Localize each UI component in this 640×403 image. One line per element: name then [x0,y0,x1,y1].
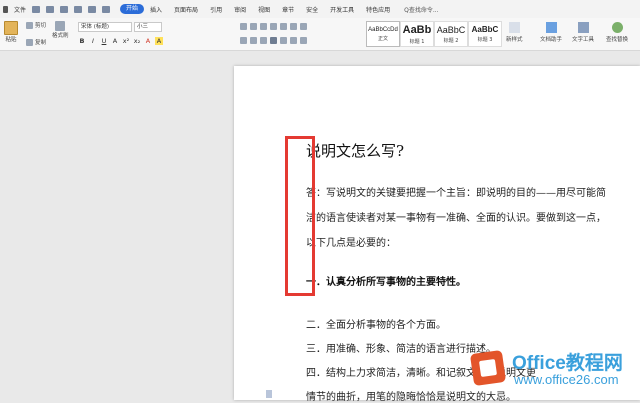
paragraph-line-2: 洁的语言使读者对某一事物有一准确、全面的认识。要做到这一点， [306,213,606,224]
new-style-button[interactable]: 新样式 [506,22,523,43]
text-tools-button[interactable]: 文字工具 [572,22,594,43]
list-item-2: 二．全面分析事物的各个方面。 [306,320,446,331]
redo-icon[interactable] [102,5,111,13]
command-search[interactable]: Q查找命令... [404,5,438,14]
assistant-icon [545,22,557,33]
tab-features[interactable]: 特色应用 [360,5,396,14]
menu-bar: 文件 开始 插入 页面布局 引用 审阅 视图 章节 安全 开发工具 特色应用 Q… [0,0,640,18]
new-style-icon [508,22,520,33]
cut-button[interactable]: 剪切 [26,21,46,29]
paste-icon [4,21,18,35]
office-logo-icon [469,349,507,387]
new-style-label: 新样式 [506,37,523,43]
paragraph-marker-icon [266,390,272,398]
numbering-icon[interactable] [250,23,257,30]
tab-developer[interactable]: 开发工具 [324,5,360,14]
watermark-brand: Office教程网 [512,353,623,374]
underline-button[interactable]: U [100,37,108,45]
cut-label: 剪切 [35,23,47,29]
preview-icon[interactable] [74,5,83,13]
subscript-button[interactable]: x₂ [133,37,141,45]
text-assist-label: 文档助手 [540,37,563,43]
tab-page-layout[interactable]: 页面布局 [168,5,204,14]
find-replace-label: 查找替换 [606,37,629,43]
text-assist-button[interactable]: 文档助手 [540,22,562,43]
shading-icon[interactable] [300,37,307,44]
export-icon[interactable] [46,5,55,13]
font-size-select[interactable]: 小三 [134,22,162,32]
style-heading3-sample: AaBbC [471,25,499,34]
justify-icon[interactable] [270,37,277,44]
copy-label: 复制 [35,40,47,46]
style-heading2[interactable]: AaBbC 标题 2 [434,21,468,47]
paragraph-line-1: 答：写说明文的关键要把握一个主旨：即说明的目的——用尽可能简 [306,188,606,199]
line-spacing-icon[interactable] [290,37,297,44]
distributed-icon[interactable] [280,37,287,44]
document-title: 说明文怎么写? [306,142,405,160]
style-heading1[interactable]: AaBb 标题 1 [400,21,434,47]
menu-file[interactable]: 文件 [14,5,26,14]
text-tools-label: 文字工具 [572,37,595,43]
format-painter-label: 格式刷 [52,33,69,39]
style-heading3-label: 标题 3 [477,37,493,43]
watermark: Office教程网 www.office26.com [469,349,638,400]
find-replace-button[interactable]: 查找替换 [606,22,628,43]
show-marks-icon[interactable] [300,23,307,30]
copy-button[interactable]: 复制 [26,38,46,46]
list-item-3: 三．用准确、形象、简洁的语言进行描述。 [306,344,496,355]
align-left-icon[interactable] [240,37,247,44]
brush-icon [55,21,66,31]
outdent-icon[interactable] [260,23,267,30]
paste-label: 粘贴 [5,37,17,43]
italic-button[interactable]: I [89,37,97,45]
copy-icon [26,38,33,46]
tab-section[interactable]: 章节 [276,5,300,14]
paste-button[interactable]: 粘贴 [4,21,18,43]
ribbon-toolbar: 粘贴 剪切 复制 格式刷 宋体 (标题) 小三 B I U A x² x₂ A … [0,18,640,51]
text-tools-icon [577,22,589,33]
format-buttons: B I U A x² x₂ A A [78,37,163,45]
highlight-box [285,136,315,296]
tab-home[interactable]: 开始 [120,4,145,14]
style-heading3[interactable]: AaBbC 标题 3 [468,21,502,47]
align-center-icon[interactable] [250,37,257,44]
tab-references[interactable]: 引用 [204,5,228,14]
magnifier-icon [611,22,623,33]
app-menu-icon[interactable] [3,5,8,13]
bold-button[interactable]: B [78,37,86,45]
style-heading2-label: 标题 2 [443,37,459,44]
tab-view[interactable]: 视图 [252,5,276,14]
paragraph-tools-row1 [240,23,307,30]
save-icon[interactable] [32,5,41,13]
font-color-button[interactable]: A [144,37,152,45]
style-normal[interactable]: AaBbCcDd 正文 [366,21,400,47]
paragraph-tools-row2 [240,37,307,44]
font-name-select[interactable]: 宋体 (标题) [78,22,132,32]
highlight-button[interactable]: A [155,37,163,45]
paragraph-line-3: 以下几点是必要的： [306,238,396,249]
style-normal-sample: AaBbCcDd [368,26,398,33]
undo-icon[interactable] [88,5,97,13]
tab-review[interactable]: 审阅 [228,5,252,14]
heading-item-1: 一．认真分析所写事物的主要特性。 [306,277,466,288]
chinese-layout-icon[interactable] [280,23,287,30]
print-icon[interactable] [60,5,69,13]
align-right-icon[interactable] [260,37,267,44]
tab-security[interactable]: 安全 [300,5,324,14]
superscript-button[interactable]: x² [122,37,130,45]
watermark-url: www.office26.com [514,372,619,387]
sort-icon[interactable] [290,23,297,30]
bullets-icon[interactable] [240,23,247,30]
tab-insert[interactable]: 插入 [144,5,168,14]
scissors-icon [26,21,33,29]
style-normal-label: 正文 [377,35,388,42]
format-painter-button[interactable]: 格式刷 [52,21,69,39]
style-heading2-sample: AaBbC [436,24,466,35]
style-heading1-sample: AaBb [402,23,432,36]
strikethrough-button[interactable]: A [111,37,119,45]
indent-icon[interactable] [270,23,277,30]
style-heading1-label: 标题 1 [409,38,425,45]
